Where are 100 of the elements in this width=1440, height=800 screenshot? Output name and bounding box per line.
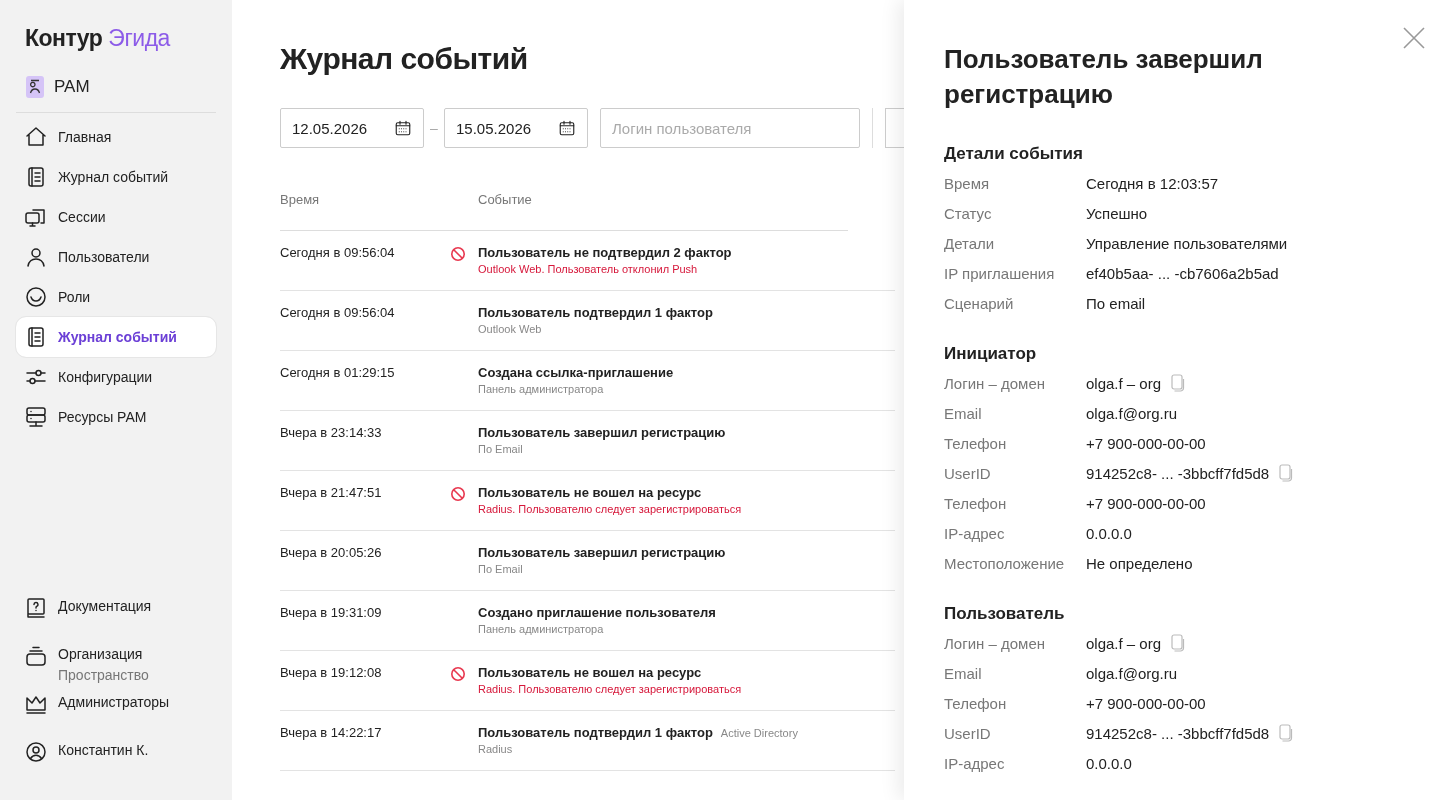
field-value: 914252c8- ... -3bbcff7fd5d8: [1086, 464, 1270, 482]
event-title[interactable]: Пользователь подтвердил 1 фактор: [478, 305, 713, 320]
event-title[interactable]: Пользователь не подтвердил 2 фактор: [478, 245, 732, 260]
server-icon: [24, 405, 48, 429]
nav-item[interactable]: Главная: [16, 117, 216, 157]
field-value: Управление пользователями: [1086, 234, 1288, 252]
event-details: Панель администратора: [478, 383, 605, 395]
time-cell-text: Вчера в 20:05:26: [280, 545, 383, 562]
event-details: По Email: [478, 443, 524, 455]
workspace-label[interactable]: PAM: [54, 77, 90, 97]
event-tag: Active Directory: [720, 727, 798, 739]
field-value: olga.f – org: [1086, 634, 1162, 652]
calendar-icon: [558, 119, 576, 137]
event-details: Radius. Пользователю следует зарегистрироваться: [478, 503, 742, 515]
blocked-icon: [450, 486, 466, 502]
field-value: 914252c8- ... -3bbcff7fd5d8: [1086, 724, 1270, 742]
field-label: Статус: [944, 204, 993, 222]
nav-item[interactable]: Администраторы: [16, 686, 216, 732]
time-cell-text: Вчера в 19:31:09: [280, 605, 383, 622]
nav-item[interactable]: Пользователи: [16, 237, 216, 277]
field-value: Сегодня в 12:03:57: [1086, 174, 1219, 192]
event-title[interactable]: Пользователь не вошел на ресурс: [478, 485, 702, 500]
time-cell-text: Сегодня в 01:29:15: [280, 365, 396, 382]
time-cell-text: Сегодня в 09:56:04: [280, 305, 396, 322]
house-icon: [24, 125, 48, 149]
field-label: Email: [944, 664, 983, 682]
event-details: Панель администратора: [478, 623, 605, 635]
time-cell-text: Вчера в 23:14:33: [280, 425, 383, 442]
field-label: IP приглашения: [944, 264, 1056, 282]
nav-item[interactable]: Константин К.: [16, 734, 216, 780]
nav-item[interactable]: Журнал событий: [16, 157, 216, 197]
copy-icon[interactable]: [1279, 724, 1294, 742]
section-heading: Инициатор: [944, 344, 1038, 364]
date-field[interactable]: 15.05.2026: [444, 108, 588, 148]
field-value: ef40b5aa- ... -cb7606a2b5ad: [1086, 264, 1279, 282]
event-details: Radius. Пользователю следует зарегистрироваться: [478, 683, 742, 695]
field-label: Телефон: [944, 434, 1008, 452]
section-heading: Пользователь: [944, 604, 1066, 624]
field-value: +7 900-000-00-00: [1086, 434, 1206, 452]
field-label: IP-адрес: [944, 754, 1006, 772]
time-cell-text: Вчера в 14:22:17: [280, 725, 383, 742]
field-label: Телефон: [944, 694, 1008, 712]
time-cell-text: Вчера в 21:47:51: [280, 485, 383, 502]
field-label: Сценарий: [944, 294, 1015, 312]
stack-icon: [24, 644, 48, 668]
copy-icon[interactable]: [1171, 634, 1186, 652]
field-value: olga.f@org.ru: [1086, 404, 1178, 422]
copy-icon[interactable]: [1279, 464, 1294, 482]
column-header: Событие: [478, 192, 532, 207]
blocked-icon: [450, 246, 466, 262]
person-icon: [24, 245, 48, 269]
field-label: Телефон: [944, 494, 1008, 512]
event-details: Outlook Web. Пользователь отклонил Push: [478, 263, 699, 275]
event-title[interactable]: Пользователь подтвердил 1 фактор: [478, 725, 713, 740]
close-icon[interactable]: [1402, 26, 1426, 50]
nav-item[interactable]: Документация: [16, 590, 216, 636]
date-field[interactable]: 12.05.2026: [280, 108, 424, 148]
field-value: olga.f – org: [1086, 374, 1162, 392]
event-title[interactable]: Пользователь не вошел на ресурс: [478, 665, 702, 680]
person-badge-icon: [26, 76, 44, 98]
field-label: Время: [944, 174, 991, 192]
field-value: 0.0.0.0: [1086, 754, 1132, 772]
smile-icon: [24, 285, 48, 309]
field-value: +7 900-000-00-00: [1086, 694, 1206, 712]
column-header: Время: [280, 192, 321, 207]
field-label: UserID: [944, 464, 992, 482]
field-value: Успешно: [1086, 204, 1148, 222]
field-label: Логин – домен: [944, 374, 1047, 392]
field-value: olga.f@org.ru: [1086, 664, 1178, 682]
field-label: Местоположение: [944, 554, 1066, 572]
field-value: По email: [1086, 294, 1146, 312]
blocked-icon: [450, 666, 466, 682]
calendar-icon: [394, 119, 412, 137]
event-title[interactable]: Пользователь завершил регистрацию: [478, 545, 726, 560]
nav-item[interactable]: Ресурсы PAM: [16, 397, 216, 437]
event-title[interactable]: Создана ссылка-приглашение: [478, 365, 674, 380]
field-label: UserID: [944, 724, 992, 742]
logo-text: Контур: [25, 25, 103, 52]
page-title: Журнал событий: [280, 42, 528, 76]
field-value: 0.0.0.0: [1086, 524, 1132, 542]
field-label: IP-адрес: [944, 524, 1006, 542]
nav-item[interactable]: Конфигурации: [16, 357, 216, 397]
drawer-title: Пользователь завершил регистрацию: [944, 43, 1264, 111]
time-cell-text: Вчера в 19:12:08: [280, 665, 383, 682]
help-book-icon: [24, 596, 48, 620]
event-details: По Email: [478, 563, 524, 575]
date-separator: –: [429, 120, 439, 136]
nav-item[interactable]: Организация Пространство: [16, 638, 216, 684]
field-label: Email: [944, 404, 983, 422]
event-details: Radius: [478, 743, 514, 755]
event-title[interactable]: Создано приглашение пользователя: [478, 605, 716, 620]
time-cell-text: Сегодня в 09:56:04: [280, 245, 396, 262]
field-value: Не определено: [1086, 554, 1193, 572]
event-title[interactable]: Пользователь завершил регистрацию: [478, 425, 726, 440]
field-value: +7 900-000-00-00: [1086, 494, 1206, 512]
nav-item[interactable]: Сессии: [16, 197, 216, 237]
nav-item[interactable]: Роли: [16, 277, 216, 317]
copy-icon[interactable]: [1171, 374, 1186, 392]
logo-product: Эгида: [108, 25, 170, 52]
nav-item[interactable]: Журнал событий: [16, 317, 216, 357]
